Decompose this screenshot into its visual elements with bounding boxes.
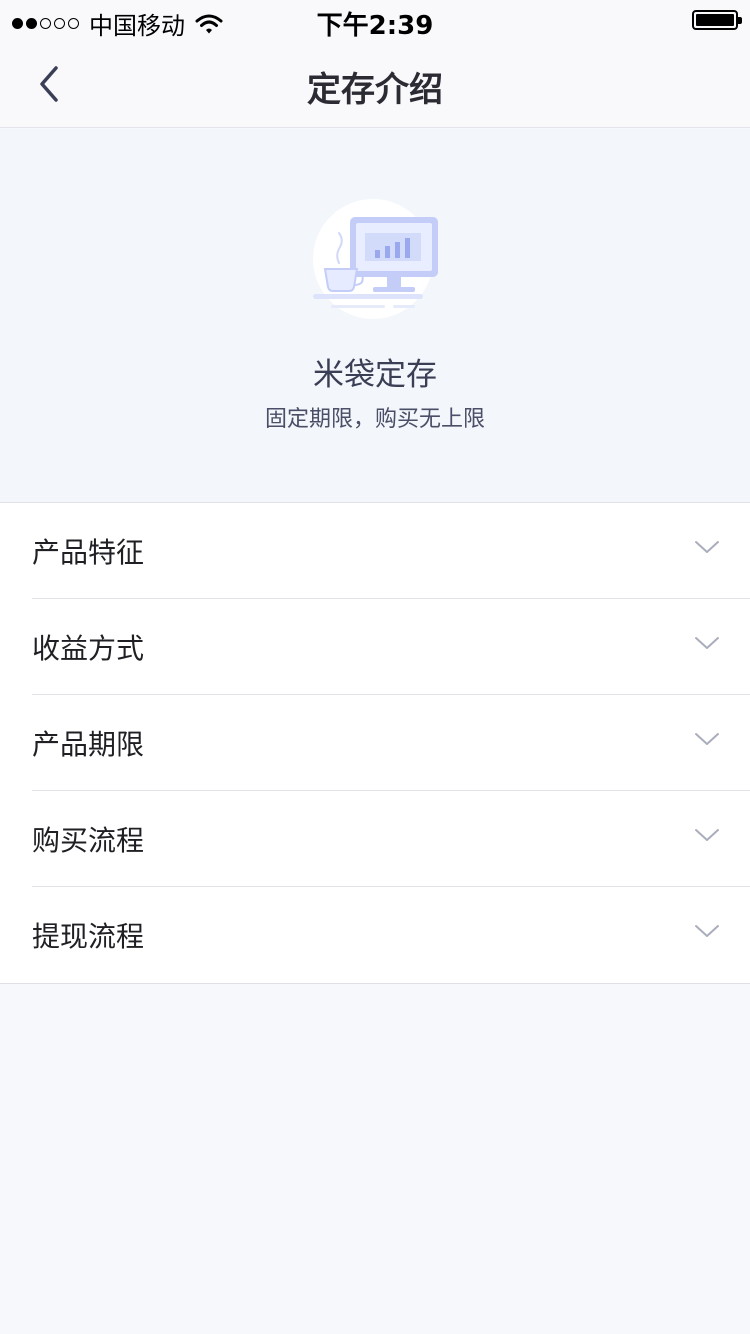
hero-section: 米袋定存 固定期限，购买无上限 bbox=[0, 129, 750, 502]
list-item-label: 产品期限 bbox=[32, 728, 145, 761]
list-item-label: 购买流程 bbox=[32, 824, 145, 857]
list-item-product-term[interactable]: 产品期限 bbox=[32, 695, 750, 791]
list-item-withdraw-process[interactable]: 提现流程 bbox=[32, 887, 750, 983]
page-title: 定存介绍 bbox=[307, 70, 443, 110]
chevron-down-icon bbox=[695, 733, 719, 745]
list-item-label: 产品特征 bbox=[32, 536, 145, 569]
list-item-purchase-process[interactable]: 购买流程 bbox=[32, 791, 750, 887]
battery-icon bbox=[692, 10, 742, 30]
list-item-product-features[interactable]: 产品特征 bbox=[32, 503, 750, 599]
computer-coffee-illustration bbox=[313, 199, 438, 319]
product-subtitle: 固定期限，购买无上限 bbox=[264, 407, 485, 432]
info-list: 产品特征 收益方式 产品期限 购买流程 提现流程 bbox=[0, 502, 750, 984]
list-item-earning-method[interactable]: 收益方式 bbox=[32, 599, 750, 695]
chevron-down-icon bbox=[695, 925, 719, 937]
chevron-down-icon bbox=[695, 541, 719, 553]
status-bar: 中国移动 下午2:39 bbox=[0, 0, 750, 41]
status-time: 下午2:39 bbox=[316, 11, 434, 41]
list-item-label: 收益方式 bbox=[32, 632, 145, 665]
chevron-down-icon bbox=[695, 637, 719, 649]
nav-bar: 定存介绍 bbox=[0, 40, 750, 128]
list-item-label: 提现流程 bbox=[32, 920, 145, 953]
chevron-down-icon bbox=[695, 829, 719, 841]
product-title: 米袋定存 bbox=[313, 357, 437, 393]
